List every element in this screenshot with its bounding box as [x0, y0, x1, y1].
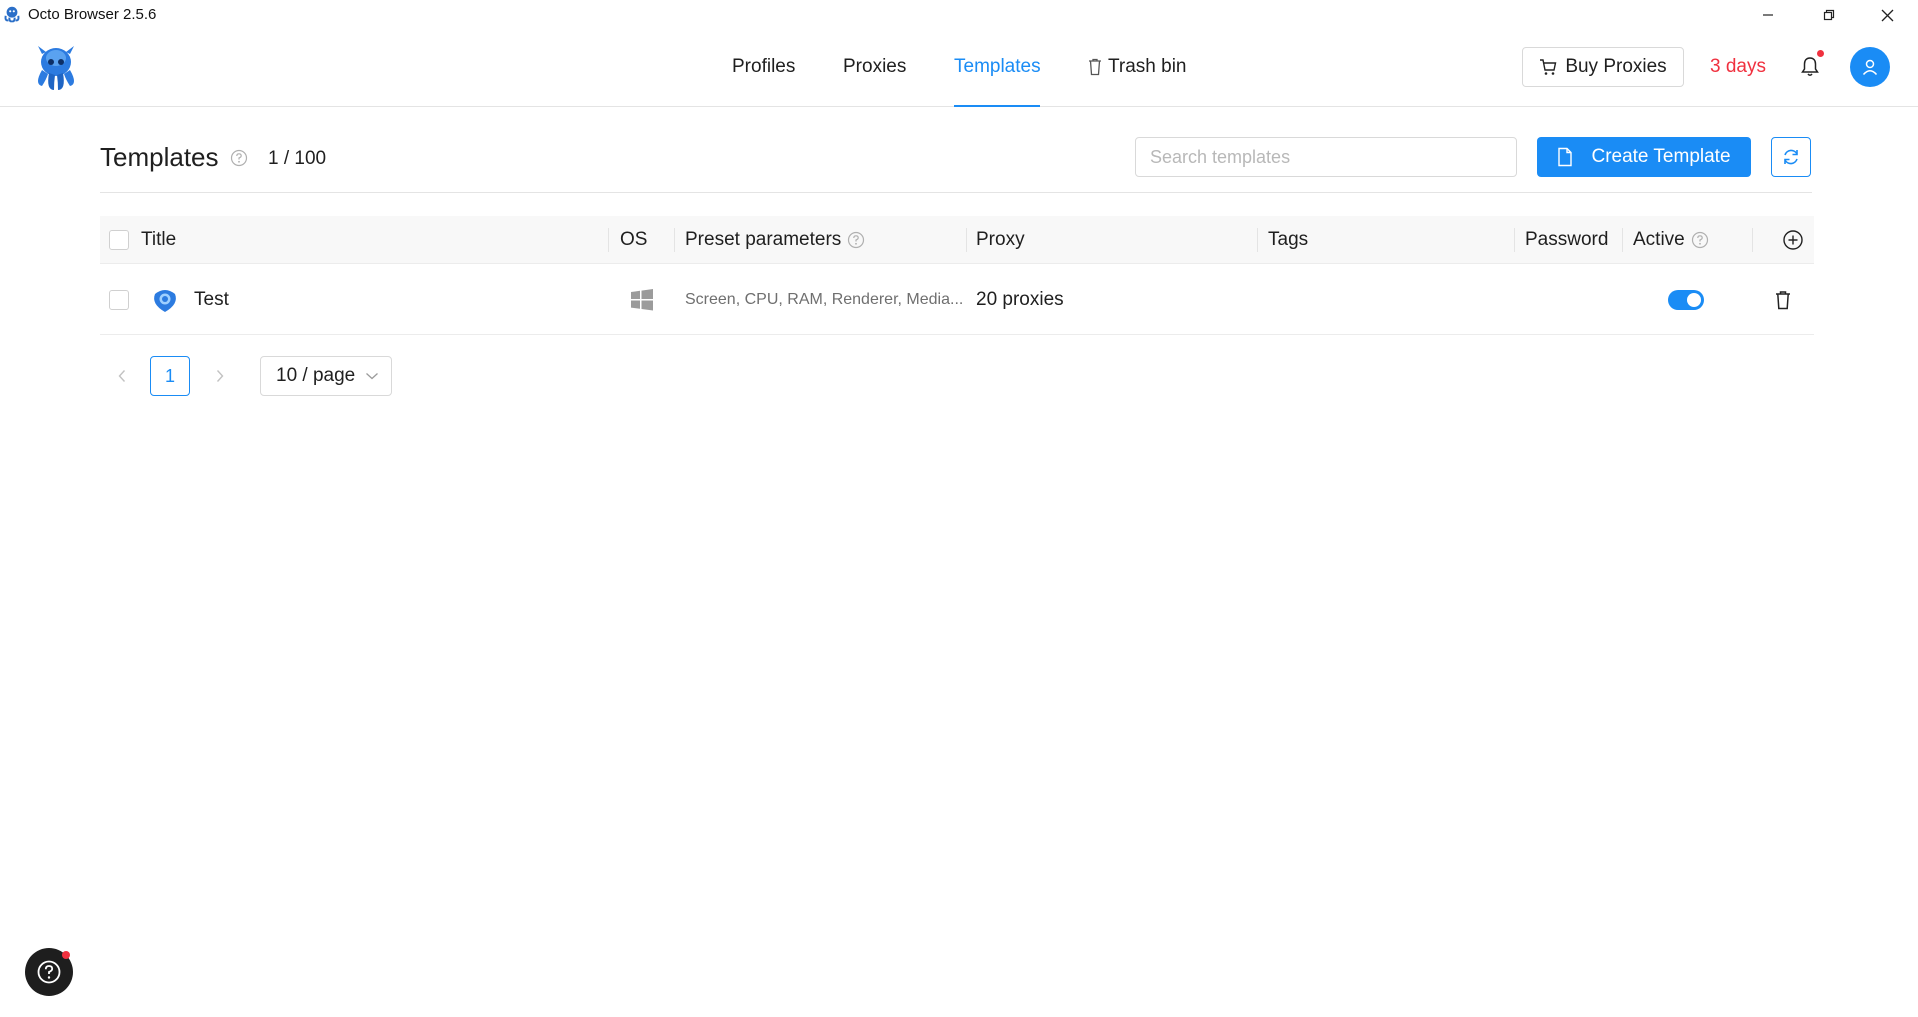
- create-template-label: Create Template: [1591, 146, 1731, 167]
- os-cell: [630, 264, 654, 335]
- notifications-bell-icon[interactable]: [1797, 54, 1823, 80]
- column-divider: [966, 228, 967, 252]
- help-circle-icon[interactable]: [1691, 231, 1709, 249]
- column-active[interactable]: Active: [1633, 216, 1709, 264]
- add-column-cell: [1782, 216, 1804, 264]
- window-title: Octo Browser 2.5.6: [28, 6, 157, 23]
- table-row[interactable]: Test Screen, CPU, RAM, Renderer, Media..…: [100, 264, 1814, 335]
- template-icon-cell: [151, 264, 179, 335]
- subscription-days-remaining[interactable]: 3 days: [1710, 56, 1766, 78]
- pagination-page-1[interactable]: 1: [150, 356, 190, 396]
- close-button[interactable]: [1858, 0, 1916, 30]
- tab-label: Templates: [954, 56, 1041, 77]
- column-proxy[interactable]: Proxy: [976, 216, 1025, 264]
- preset-parameters-cell: Screen, CPU, RAM, Renderer, Media...: [685, 264, 963, 335]
- column-divider: [1257, 228, 1258, 252]
- preset-parameters-text: Screen, CPU, RAM, Renderer, Media...: [685, 290, 964, 308]
- restore-button[interactable]: [1800, 0, 1858, 30]
- page-size-select[interactable]: 10 / page: [260, 356, 392, 396]
- tab-profiles[interactable]: Profiles: [732, 56, 795, 107]
- column-preset-parameters[interactable]: Preset parameters: [685, 216, 865, 264]
- column-divider: [1622, 228, 1623, 252]
- column-divider: [1752, 228, 1753, 252]
- help-circle-icon[interactable]: [847, 231, 865, 249]
- row-checkbox[interactable]: [109, 289, 129, 310]
- column-label: Tags: [1268, 229, 1309, 250]
- active-cell: [1668, 264, 1704, 335]
- column-divider: [1514, 228, 1515, 252]
- trash-icon: [1089, 58, 1101, 76]
- chevron-right-icon: [216, 370, 224, 382]
- column-label: Password: [1525, 229, 1609, 250]
- tab-templates[interactable]: Templates: [954, 56, 1041, 107]
- tab-proxies[interactable]: Proxies: [843, 56, 906, 107]
- row-select-cell: [109, 264, 129, 335]
- create-template-button[interactable]: Create Template: [1537, 137, 1751, 177]
- close-icon: [1881, 9, 1893, 21]
- column-label: Active: [1633, 229, 1685, 250]
- page-size-value: 10 / page: [276, 365, 356, 386]
- column-title[interactable]: Title: [141, 216, 176, 264]
- notification-dot: [1817, 50, 1824, 57]
- actions-cell: [1775, 264, 1791, 335]
- column-password[interactable]: Password: [1525, 216, 1608, 264]
- column-label: Preset parameters: [685, 229, 842, 250]
- tab-label: Profiles: [732, 56, 796, 77]
- chevron-left-icon: [118, 370, 126, 382]
- buy-proxies-button[interactable]: Buy Proxies: [1522, 47, 1684, 87]
- user-icon: [1862, 59, 1878, 76]
- window-titlebar: Octo Browser 2.5.6: [0, 0, 1918, 30]
- tab-label: Proxies: [843, 56, 907, 77]
- user-avatar[interactable]: [1850, 47, 1890, 87]
- column-os[interactable]: OS: [620, 216, 647, 264]
- question-icon: [37, 960, 61, 984]
- cart-icon: [1540, 59, 1557, 75]
- template-title[interactable]: Test: [194, 264, 229, 335]
- column-label: Title: [141, 229, 177, 250]
- select-all-checkbox[interactable]: [109, 230, 129, 250]
- buy-proxies-label: Buy Proxies: [1565, 56, 1667, 77]
- column-tags[interactable]: Tags: [1268, 216, 1308, 264]
- proxy-cell[interactable]: 20 proxies: [976, 264, 1064, 335]
- column-divider: [608, 228, 609, 252]
- search-templates-input[interactable]: [1135, 137, 1517, 177]
- octo-logo[interactable]: [28, 40, 84, 96]
- template-icon: [154, 289, 176, 312]
- help-notification-dot: [62, 951, 70, 959]
- refresh-button[interactable]: [1771, 137, 1811, 177]
- octo-app-icon: [4, 6, 20, 23]
- delete-icon[interactable]: [1775, 290, 1791, 310]
- section-divider: [100, 192, 1812, 193]
- active-toggle[interactable]: [1668, 289, 1704, 310]
- tab-trash-bin[interactable]: Trash bin: [1088, 56, 1187, 107]
- app-header: Profiles Proxies Templates Trash bin Buy…: [0, 30, 1918, 107]
- chevron-down-icon: [366, 373, 379, 380]
- page-title: Templates: [100, 142, 219, 172]
- windows-icon: [631, 288, 653, 310]
- select-all-cell: [109, 216, 129, 264]
- tab-label: Trash bin: [1108, 56, 1187, 77]
- table-header: Title OS Preset parameters Proxy Tags Pa…: [100, 216, 1814, 264]
- minimize-icon: [1763, 14, 1773, 16]
- file-icon: [1558, 147, 1573, 167]
- pagination-prev-button[interactable]: [112, 366, 132, 386]
- column-divider: [674, 228, 675, 252]
- column-label: OS: [620, 229, 648, 250]
- help-circle-icon[interactable]: [230, 149, 248, 167]
- refresh-icon: [1784, 149, 1798, 165]
- pagination-next-button[interactable]: [210, 366, 230, 386]
- minimize-button[interactable]: [1739, 0, 1797, 30]
- column-label: Proxy: [976, 229, 1025, 250]
- add-column-icon[interactable]: [1782, 229, 1804, 251]
- template-count: 1 / 100: [268, 148, 327, 169]
- page-number: 1: [164, 365, 175, 386]
- template-title-text: Test: [194, 288, 229, 310]
- restore-icon: [1823, 9, 1835, 21]
- proxy-text: 20 proxies: [976, 288, 1064, 310]
